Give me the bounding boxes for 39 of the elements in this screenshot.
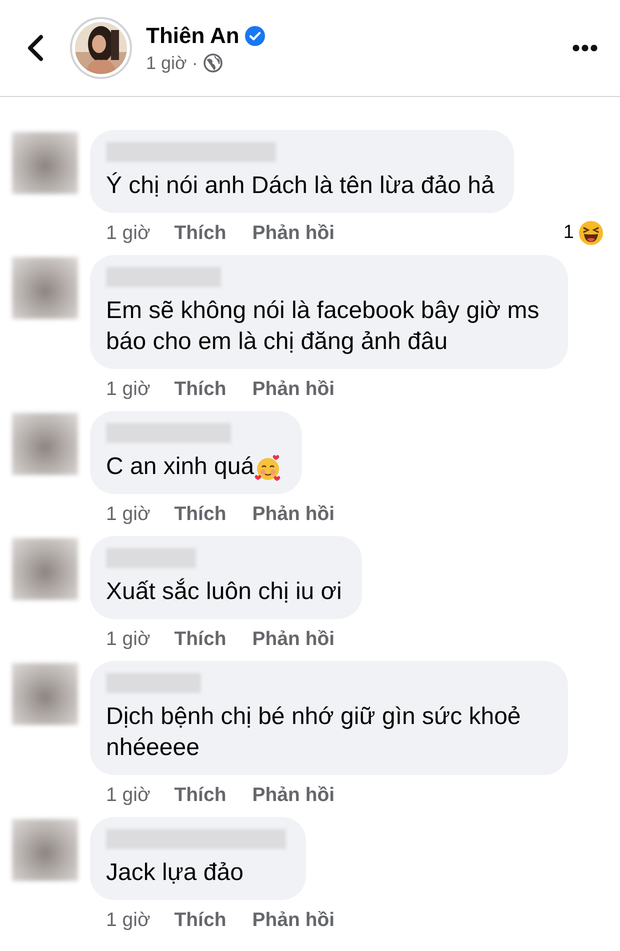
blurred-avatar (12, 132, 78, 194)
blurred-avatar (12, 257, 78, 319)
reply-link[interactable]: Phản hồi (252, 502, 335, 526)
globe-icon (202, 53, 223, 73)
post-time: 1 giờ (146, 52, 187, 74)
comment-time: 1 giờ (106, 784, 150, 806)
profile-name[interactable]: Thiên An (146, 22, 240, 48)
reaction-count[interactable]: 1 (563, 222, 574, 244)
comment-text: Xuất sắc luôn chị iu ơi (106, 577, 342, 607)
laughing-face-icon[interactable] (578, 220, 604, 246)
reply-link[interactable]: Phản hồi (252, 222, 335, 244)
back-icon[interactable] (26, 34, 44, 62)
like-link[interactable]: Thích (174, 502, 226, 526)
comment-time: 1 giờ (106, 222, 150, 244)
blurred-avatar (12, 663, 78, 725)
blurred-avatar (12, 413, 78, 475)
comment-time: 1 giờ (106, 908, 150, 932)
like-link[interactable]: Thích (174, 628, 226, 650)
comment-time: 1 giờ (106, 628, 150, 650)
like-link[interactable]: Thích (174, 222, 226, 244)
like-link[interactable]: Thích (174, 784, 226, 806)
comment-time: 1 giờ (106, 502, 150, 526)
comment-text: Jack lựa đảo (106, 858, 244, 888)
blurred-avatar (12, 538, 78, 600)
reply-link[interactable]: Phản hồi (252, 908, 335, 932)
reply-link[interactable]: Phản hồi (252, 784, 335, 806)
comment-text: Em sẽ không nói là facebook bây giờ ms báo cho em là chị đăng ảnh đâu (106, 296, 540, 357)
blurred-avatar (12, 819, 78, 881)
comment-text: Ý chị nói anh Dách là tên lừa đảo hả (106, 171, 494, 201)
comment-text: C an xinh quá (106, 452, 254, 482)
separator-dot: · (192, 52, 198, 74)
more-options-icon[interactable] (572, 44, 598, 52)
comment-text: Dịch bệnh chị bé nhớ giữ gìn sức khoẻ nhéeeee (106, 702, 522, 763)
reply-link[interactable]: Phản hồi (252, 628, 335, 650)
comment-time: 1 giờ (106, 378, 150, 400)
like-link[interactable]: Thích (174, 908, 226, 932)
reply-link[interactable]: Phản hồi (252, 378, 335, 400)
smiling-face-hearts-icon (254, 454, 282, 482)
like-link[interactable]: Thích (174, 378, 226, 400)
